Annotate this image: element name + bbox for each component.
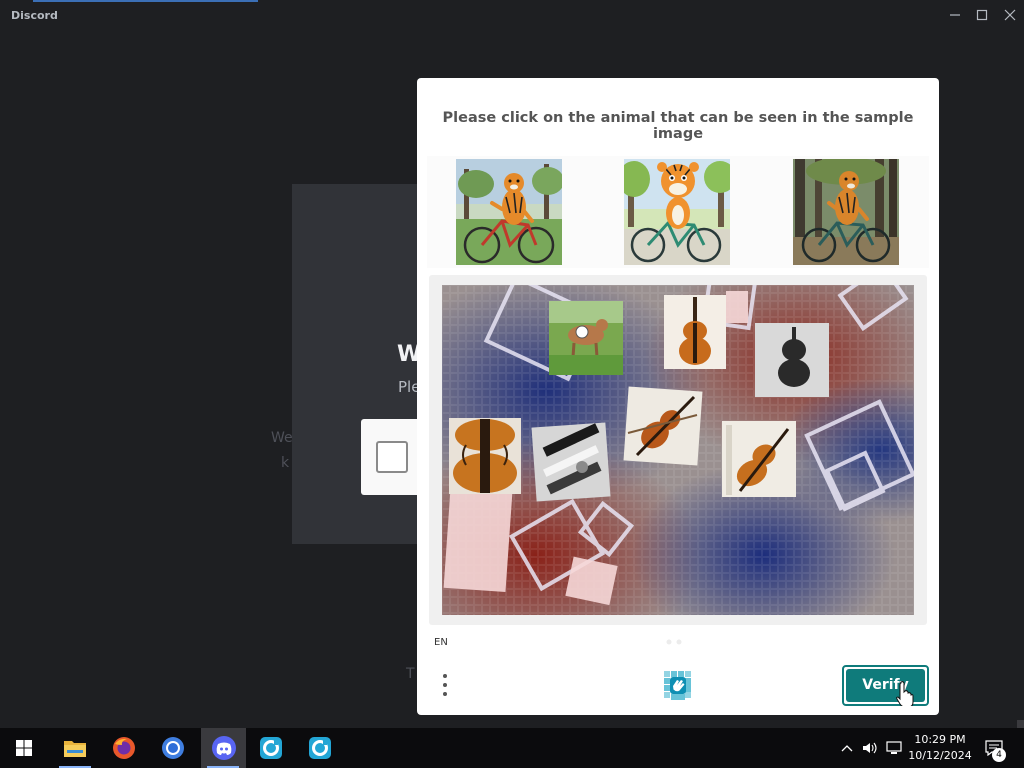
tile-deer — [549, 301, 623, 375]
background-checkbox[interactable] — [376, 441, 408, 473]
background-faint-text: T — [406, 666, 415, 682]
language-selector[interactable]: EN — [434, 637, 448, 648]
firefox-icon — [113, 737, 135, 759]
app-icon — [260, 737, 282, 759]
maximize-button[interactable] — [970, 5, 994, 25]
tile-violin-silhouette — [755, 323, 829, 397]
background-faint-text: k — [281, 455, 290, 471]
network-icon — [886, 741, 902, 754]
windows-start-icon — [16, 740, 32, 756]
captcha-modal: Please click on the animal that can be s… — [417, 78, 939, 715]
verify-button-frame: Verify — [842, 665, 929, 706]
minimize-icon — [950, 14, 960, 16]
show-hidden-icons-button[interactable] — [838, 728, 856, 768]
pager-dots — [666, 639, 682, 645]
taskbar: 10:29 PM 10/12/2024 — [0, 728, 1024, 768]
volume-button[interactable] — [860, 728, 880, 768]
close-button[interactable] — [998, 5, 1022, 25]
sample-image — [456, 159, 562, 265]
app-icon — [309, 737, 331, 759]
sample-image — [624, 159, 730, 265]
hcaptcha-logo-icon — [664, 671, 691, 700]
chevron-up-icon — [841, 745, 853, 752]
tile-violin-bow — [623, 386, 703, 466]
challenge-area — [429, 275, 927, 625]
notification-count-badge: 4 — [992, 748, 1006, 762]
taskbar-firefox[interactable] — [104, 728, 144, 768]
file-explorer-icon — [64, 741, 86, 757]
background-faint-text: We — [271, 430, 293, 446]
window-titlebar: Discord — [0, 0, 1024, 30]
chrome-icon — [162, 737, 184, 759]
close-icon — [1004, 9, 1016, 21]
challenge-canvas[interactable] — [442, 285, 914, 615]
captcha-prompt: Please click on the animal that can be s… — [442, 110, 914, 142]
sample-image — [793, 159, 899, 265]
volume-icon — [863, 742, 877, 754]
maximize-icon — [976, 9, 988, 21]
taskbar-discord[interactable] — [201, 728, 246, 768]
edge-marker — [1017, 720, 1024, 728]
clock-date: 10/12/2024 — [908, 749, 972, 762]
tile-piano-keys — [531, 422, 611, 502]
start-button[interactable] — [4, 728, 44, 768]
app-title: Discord — [11, 9, 58, 22]
taskbar-file-explorer[interactable] — [55, 728, 95, 768]
title-accent-bar — [33, 0, 258, 2]
minimize-button[interactable] — [943, 5, 967, 25]
clock-time: 10:29 PM — [914, 733, 966, 746]
more-options-button[interactable] — [435, 670, 455, 700]
tile-violin — [664, 295, 726, 369]
clock[interactable]: 10:29 PM 10/12/2024 — [902, 732, 978, 764]
taskbar-app[interactable] — [300, 728, 340, 768]
discord-icon — [211, 736, 236, 760]
more-vertical-icon — [443, 674, 447, 678]
tile-violin-stand — [722, 421, 796, 497]
taskbar-chrome[interactable] — [153, 728, 193, 768]
network-button[interactable] — [884, 728, 904, 768]
sample-images-row — [427, 156, 929, 268]
hand-cursor-icon — [896, 681, 914, 706]
tile-violin-body — [449, 418, 521, 494]
taskbar-app[interactable] — [251, 728, 291, 768]
